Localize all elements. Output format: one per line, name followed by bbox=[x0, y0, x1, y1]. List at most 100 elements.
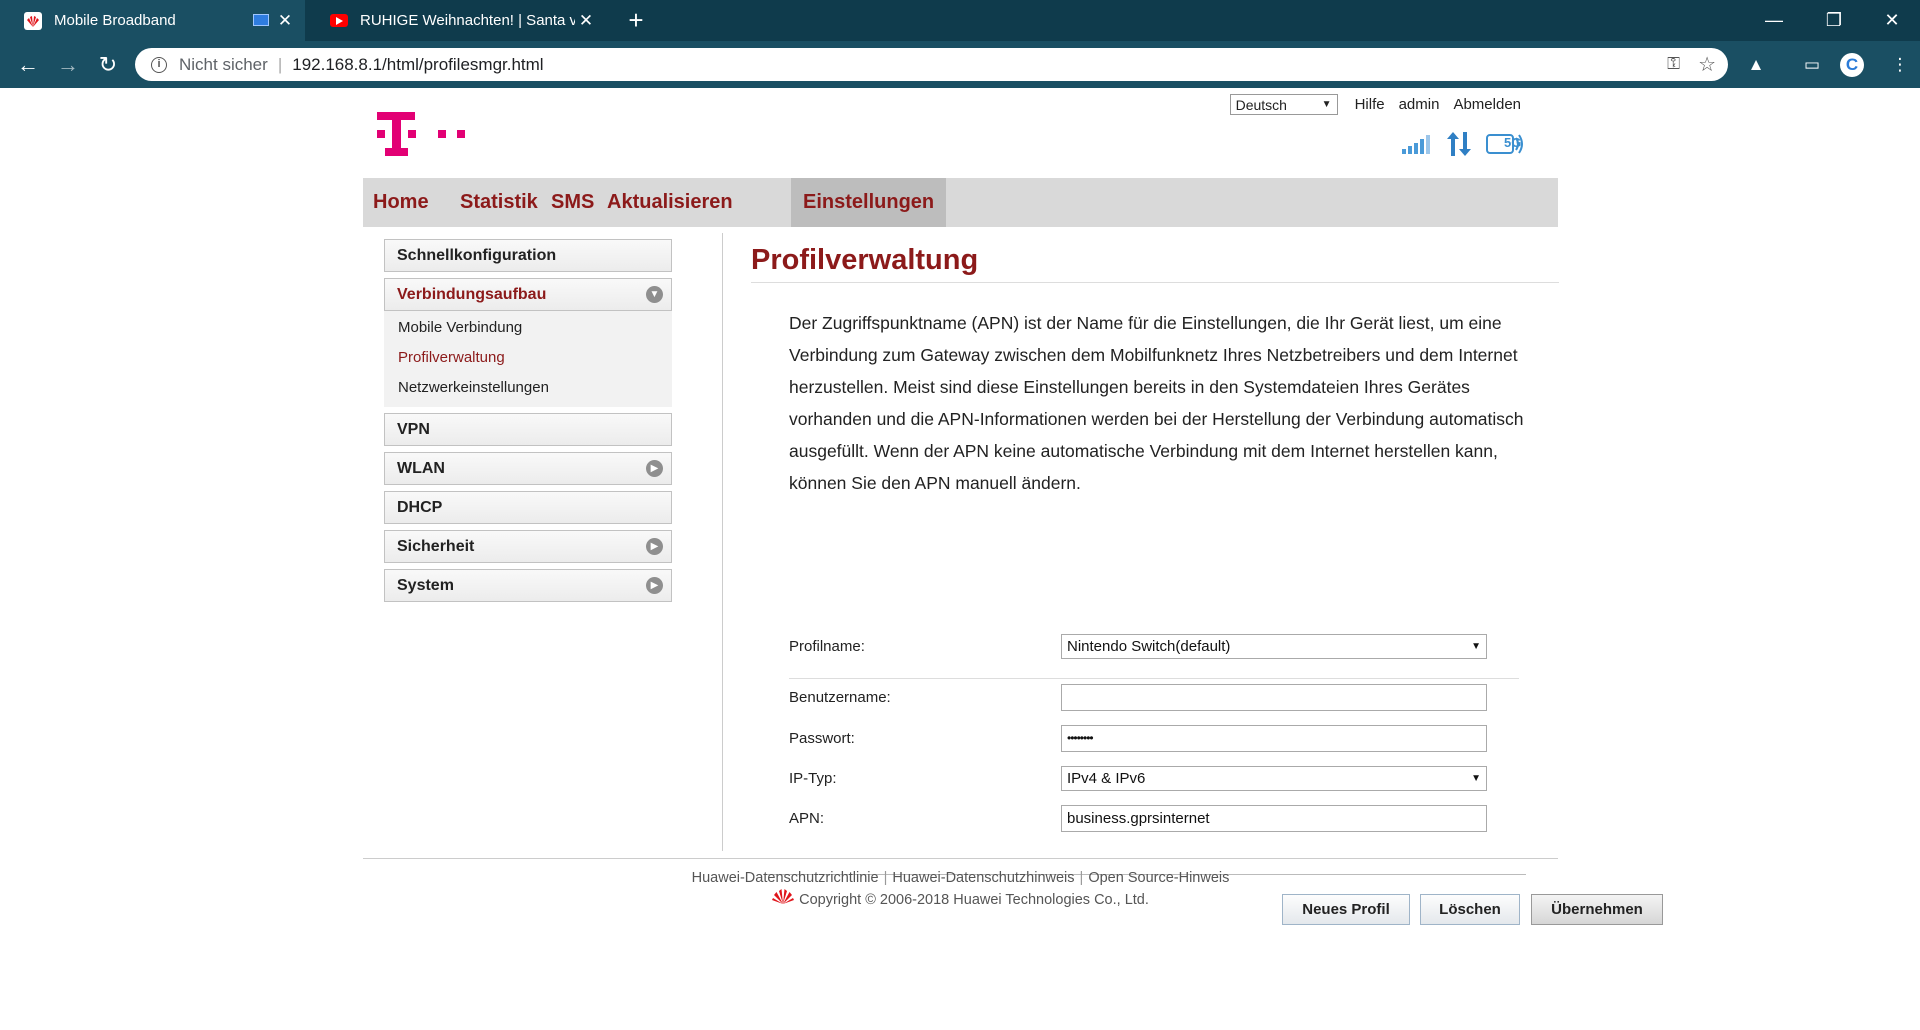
profile-avatar-icon[interactable]: C bbox=[1840, 53, 1864, 77]
chevron-right-icon: ▶ bbox=[646, 577, 663, 594]
address-bar[interactable]: i Nicht sicher | 192.168.8.1/html/profil… bbox=[135, 48, 1728, 81]
sidebar-item-verbindungsaufbau[interactable]: Verbindungsaufbau ▼ bbox=[384, 278, 672, 311]
chevron-down-icon: ▼ bbox=[646, 286, 663, 303]
copyright-text: Copyright © 2006-2018 Huawei Technologie… bbox=[799, 891, 1149, 908]
ip-type-row: IP-Typ: IPv4 & IPv6 ▼ bbox=[789, 765, 1529, 791]
bookmark-star-icon[interactable]: ☆ bbox=[1698, 52, 1716, 77]
browser-tabbar: Mobile Broadband ✕ RUHIGE Weihnachten! |… bbox=[0, 0, 1920, 41]
submenu-item-mobile-verbindung[interactable]: Mobile Verbindung bbox=[384, 313, 672, 343]
dropdown-arrow-icon: ▼ bbox=[1321, 99, 1332, 110]
key-icon[interactable]: ⚿ bbox=[1667, 54, 1680, 74]
sidebar-item-label: WLAN bbox=[397, 460, 445, 477]
new-tab-button[interactable]: + bbox=[622, 6, 650, 34]
tab-title: RUHIGE Weihnachten! | Santa vs bbox=[360, 12, 575, 29]
restore-icon[interactable]: ❐ bbox=[1802, 0, 1866, 41]
sidebar-item-wlan[interactable]: WLAN ▶ bbox=[384, 452, 672, 485]
submenu-item-profilverwaltung[interactable]: Profilverwaltung bbox=[384, 343, 672, 373]
dropdown-arrow-icon: ▼ bbox=[1471, 772, 1481, 784]
close-tab-icon[interactable]: ✕ bbox=[275, 11, 295, 31]
tab-title: Mobile Broadband bbox=[54, 12, 176, 29]
top-links: Deutsch ▼ Hilfe admin Abmelden bbox=[1229, 94, 1528, 115]
page-container: Deutsch ▼ Hilfe admin Abmelden 5G Home S… bbox=[363, 88, 1663, 1030]
minimize-icon[interactable]: — bbox=[1742, 0, 1806, 41]
password-input[interactable]: •••••••• bbox=[1061, 724, 1487, 752]
dropdown-arrow-icon: ▼ bbox=[1471, 640, 1481, 652]
nav-home[interactable]: Home bbox=[363, 178, 439, 227]
footer-links: Huawei-Datenschutzrichtlinie | Huawei-Date… bbox=[363, 868, 1558, 888]
drive-extension-icon[interactable]: ▲ bbox=[1744, 53, 1768, 77]
signal-strength-icon bbox=[1400, 134, 1432, 159]
sidebar-item-label: VPN bbox=[397, 421, 430, 438]
logout-link[interactable]: Abmelden bbox=[1453, 96, 1521, 113]
close-tab-icon[interactable]: ✕ bbox=[576, 11, 596, 31]
privacy-policy-link[interactable]: Huawei-Datenschutzrichtlinie bbox=[692, 870, 879, 886]
telekom-logo bbox=[375, 108, 495, 158]
address-divider: | bbox=[277, 54, 283, 74]
submenu-item-netzwerkeinstellungen[interactable]: Netzwerkeinstellungen bbox=[384, 373, 672, 403]
apn-input[interactable]: business.gprsinternet bbox=[1061, 804, 1487, 832]
footer-separator: | bbox=[1079, 870, 1084, 886]
cast-icon[interactable]: ▭ bbox=[1800, 53, 1824, 77]
ip-type-label: IP-Typ: bbox=[789, 769, 837, 787]
browser-toolbar: ← → ↻ i Nicht sicher | 192.168.8.1/html/… bbox=[0, 41, 1920, 88]
main-content: Profilverwaltung Der Zugriffspunktname (… bbox=[751, 238, 1663, 925]
ip-type-select[interactable]: IPv4 & IPv6 ▼ bbox=[1061, 765, 1487, 791]
menu-dots-icon[interactable]: ⋮ bbox=[1888, 53, 1912, 77]
nav-statistik[interactable]: Statistik bbox=[450, 178, 548, 227]
info-icon[interactable]: i bbox=[151, 56, 167, 73]
back-arrow-icon[interactable]: ← bbox=[14, 51, 42, 79]
data-transfer-icon bbox=[1446, 132, 1472, 161]
form-divider bbox=[789, 678, 1519, 679]
username-input[interactable] bbox=[1061, 683, 1487, 711]
help-link[interactable]: Hilfe bbox=[1355, 96, 1385, 113]
sidebar-item-dhcp[interactable]: DHCP bbox=[384, 491, 672, 524]
sidebar-item-label: Sicherheit bbox=[397, 538, 475, 555]
vertical-divider bbox=[722, 233, 723, 851]
browser-tab-youtube[interactable]: RUHIGE Weihnachten! | Santa vs ✕ bbox=[306, 0, 606, 41]
youtube-favicon-icon bbox=[330, 14, 348, 27]
huawei-logo-icon bbox=[772, 888, 795, 911]
password-label: Passwort: bbox=[789, 729, 855, 747]
apn-row: APN: business.gprsinternet bbox=[789, 804, 1529, 832]
sidebar-item-system[interactable]: System ▶ bbox=[384, 569, 672, 602]
chevron-right-icon: ▶ bbox=[646, 460, 663, 477]
submenu-verbindungsaufbau: Mobile Verbindung Profilverwaltung Netzw… bbox=[384, 311, 672, 407]
nav-aktualisieren[interactable]: Aktualisieren bbox=[597, 178, 743, 227]
ip-type-value: IPv4 & IPv6 bbox=[1067, 769, 1146, 787]
sidebar-item-sicherheit[interactable]: Sicherheit ▶ bbox=[384, 530, 672, 563]
profile-name-row: Profilname: Nintendo Switch(default) ▼ bbox=[789, 633, 1529, 659]
sidebar-item-label: Verbindungsaufbau bbox=[397, 286, 547, 303]
privacy-notice-link[interactable]: Huawei-Datenschutzhinweis bbox=[892, 870, 1074, 886]
language-select[interactable]: Deutsch ▼ bbox=[1229, 94, 1338, 115]
profile-name-value: Nintendo Switch(default) bbox=[1067, 637, 1231, 655]
security-label: Nicht sicher bbox=[179, 54, 268, 74]
media-cast-icon bbox=[253, 14, 269, 26]
nav-sms[interactable]: SMS bbox=[541, 178, 604, 227]
sidebar-item-label: Schnellkonfiguration bbox=[397, 247, 557, 264]
page-title: Profilverwaltung bbox=[751, 238, 1559, 283]
chevron-right-icon: ▶ bbox=[646, 538, 663, 555]
profile-name-select[interactable]: Nintendo Switch(default) ▼ bbox=[1061, 633, 1487, 659]
language-value: Deutsch bbox=[1235, 96, 1287, 113]
forward-arrow-icon[interactable]: → bbox=[54, 51, 82, 79]
profile-name-label: Profilname: bbox=[789, 637, 865, 655]
sidebar-item-schnellkonfiguration[interactable]: Schnellkonfiguration bbox=[384, 239, 672, 272]
browser-tab-mobile-broadband[interactable]: Mobile Broadband ✕ bbox=[0, 0, 305, 41]
main-navigation: Home Statistik SMS Aktualisieren Einstel… bbox=[363, 178, 1558, 227]
reload-icon[interactable]: ↻ bbox=[94, 51, 122, 79]
router-page: Deutsch ▼ Hilfe admin Abmelden 5G Home S… bbox=[0, 88, 1920, 1030]
network-badge-text: 5G bbox=[1504, 135, 1522, 150]
copyright: Copyright © 2006-2018 Huawei Technologie… bbox=[363, 888, 1558, 911]
password-row: Passwort: •••••••• bbox=[789, 724, 1529, 752]
url-text: 192.168.8.1/html/profilesmgr.html bbox=[292, 54, 544, 74]
sidebar-item-label: System bbox=[397, 577, 454, 594]
sidebar-item-vpn[interactable]: VPN bbox=[384, 413, 672, 446]
huawei-favicon-icon bbox=[24, 11, 42, 30]
footer: Huawei-Datenschutzrichtlinie | Huawei-Date… bbox=[363, 868, 1558, 911]
close-window-icon[interactable]: ✕ bbox=[1860, 0, 1920, 41]
nav-einstellungen[interactable]: Einstellungen bbox=[791, 178, 947, 227]
user-label: admin bbox=[1398, 96, 1440, 113]
open-source-link[interactable]: Open Source-Hinweis bbox=[1088, 870, 1229, 886]
footer-separator: | bbox=[883, 870, 888, 886]
network-5g-icon: 5G bbox=[1486, 132, 1524, 161]
